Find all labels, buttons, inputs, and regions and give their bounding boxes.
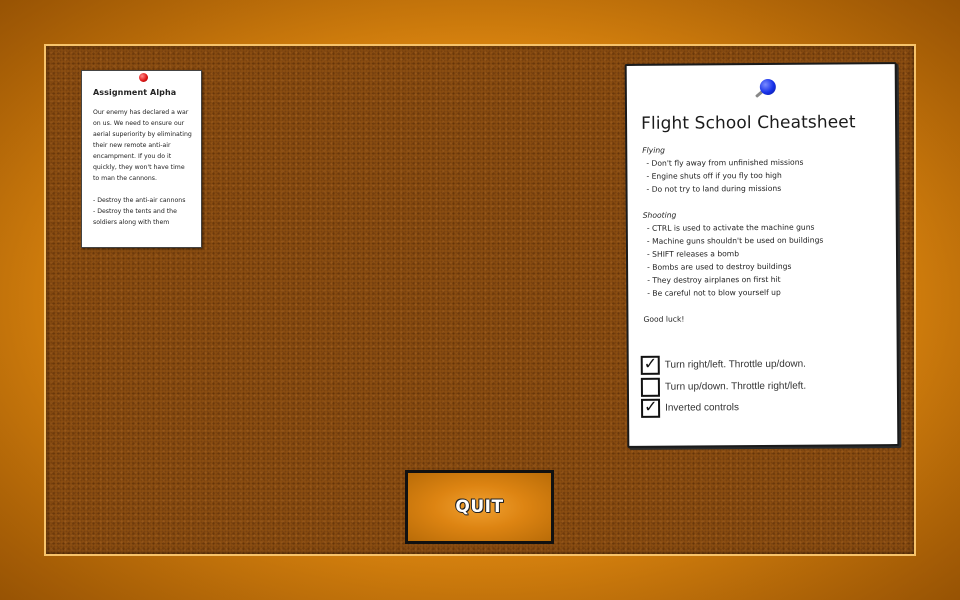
assignment-line: Our enemy has declared a war	[93, 109, 189, 116]
checkbox-turn-right-left[interactable]: ✓	[640, 353, 660, 376]
checkmark-icon: ✓	[643, 396, 658, 417]
objective-line: - Destroy the anti-air cannons	[93, 197, 186, 204]
assignment-line: quickly, they won't have time	[93, 164, 185, 171]
option-turn-up-down[interactable]: ✓ Turn up/down. Throttle right/left.	[640, 375, 807, 398]
option-turn-right-left[interactable]: ✓ Turn right/left. Throttle up/down.	[640, 353, 806, 377]
option-label: Inverted controls	[665, 402, 740, 414]
assignment-line: aerial superiority by eliminating	[93, 131, 192, 138]
objective-line: - Destroy the tents and the	[93, 208, 177, 215]
assignment-line: their new remote anti-air	[93, 142, 171, 149]
option-inverted-controls[interactable]: ✓ Inverted controls	[641, 397, 806, 420]
assignment-line: to man the cannons.	[93, 175, 157, 182]
cheatsheet-title: Flight School Cheatsheet	[641, 112, 856, 134]
checkbox-inverted-controls[interactable]: ✓	[641, 396, 661, 419]
assignment-title: Assignment Alpha	[93, 88, 177, 97]
checkbox-turn-up-down[interactable]: ✓	[640, 377, 660, 397]
assignment-note: Assignment Alpha Our enemy has declared …	[81, 70, 202, 248]
cheatsheet-paper: Flight School Cheatsheet Flying - Don't …	[624, 62, 900, 448]
assignment-body: Our enemy has declared a war on us. We n…	[93, 107, 197, 228]
quit-button[interactable]: QUIT	[405, 470, 554, 544]
assignment-line: encampment. If you do it	[93, 153, 172, 160]
assignment-line: on us. We need to ensure our	[93, 120, 185, 127]
good-luck-text: Good luck!	[643, 314, 685, 324]
quit-label: QUIT	[455, 497, 504, 517]
control-options: ✓ Turn right/left. Throttle up/down. ✓ T…	[640, 353, 807, 420]
blue-pushpin-icon	[759, 78, 776, 96]
checkmark-icon: ✓	[643, 353, 658, 374]
cheatsheet-content: Flying - Don't fly away from unfinished …	[642, 142, 893, 326]
objective-line: soldiers along with them	[93, 219, 170, 226]
option-label: Turn up/down. Throttle right/left.	[664, 380, 807, 393]
option-label: Turn right/left. Throttle up/down.	[664, 358, 806, 371]
red-pushpin-icon	[139, 73, 148, 82]
